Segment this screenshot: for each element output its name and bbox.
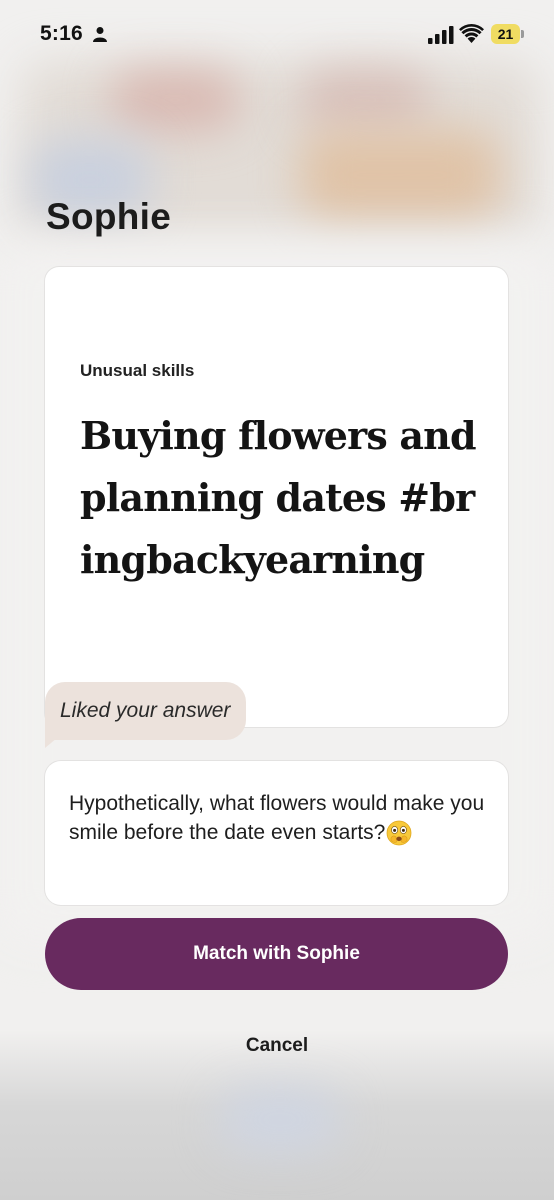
profile-name: Sophie: [46, 196, 172, 237]
status-time: 5:16: [40, 22, 83, 45]
prompt-label: Unusual skills: [80, 361, 195, 380]
status-bar: 5:16 21: [0, 0, 554, 70]
flushed-face-emoji-icon: [386, 821, 412, 846]
comment-box[interactable]: Hypothetically, what flowers would make …: [45, 761, 508, 905]
person-icon: [93, 27, 107, 42]
match-button[interactable]: Match with Sophie: [45, 918, 508, 990]
liked-bubble-tail: [45, 738, 57, 748]
cellular-signal-icon: [428, 26, 454, 44]
liked-answer-label: Liked your answer: [60, 699, 231, 722]
comment-text: Hypothetically, what flowers would make …: [69, 789, 489, 847]
wifi-icon: [459, 24, 484, 43]
prompt-answer: Buying flowers and planning dates #bring…: [80, 413, 477, 582]
battery-cap: [521, 30, 524, 38]
battery-icon: 21: [491, 24, 525, 44]
battery-level-text: 21: [497, 26, 514, 42]
liked-answer-bubble: Liked your answer: [45, 682, 247, 740]
prompt-card: Unusual skills Buying flowers and planni…: [45, 267, 508, 727]
cancel-button[interactable]: Cancel: [200, 1026, 354, 1066]
comment-text-body: Hypothetically, what flowers would make …: [69, 792, 485, 844]
